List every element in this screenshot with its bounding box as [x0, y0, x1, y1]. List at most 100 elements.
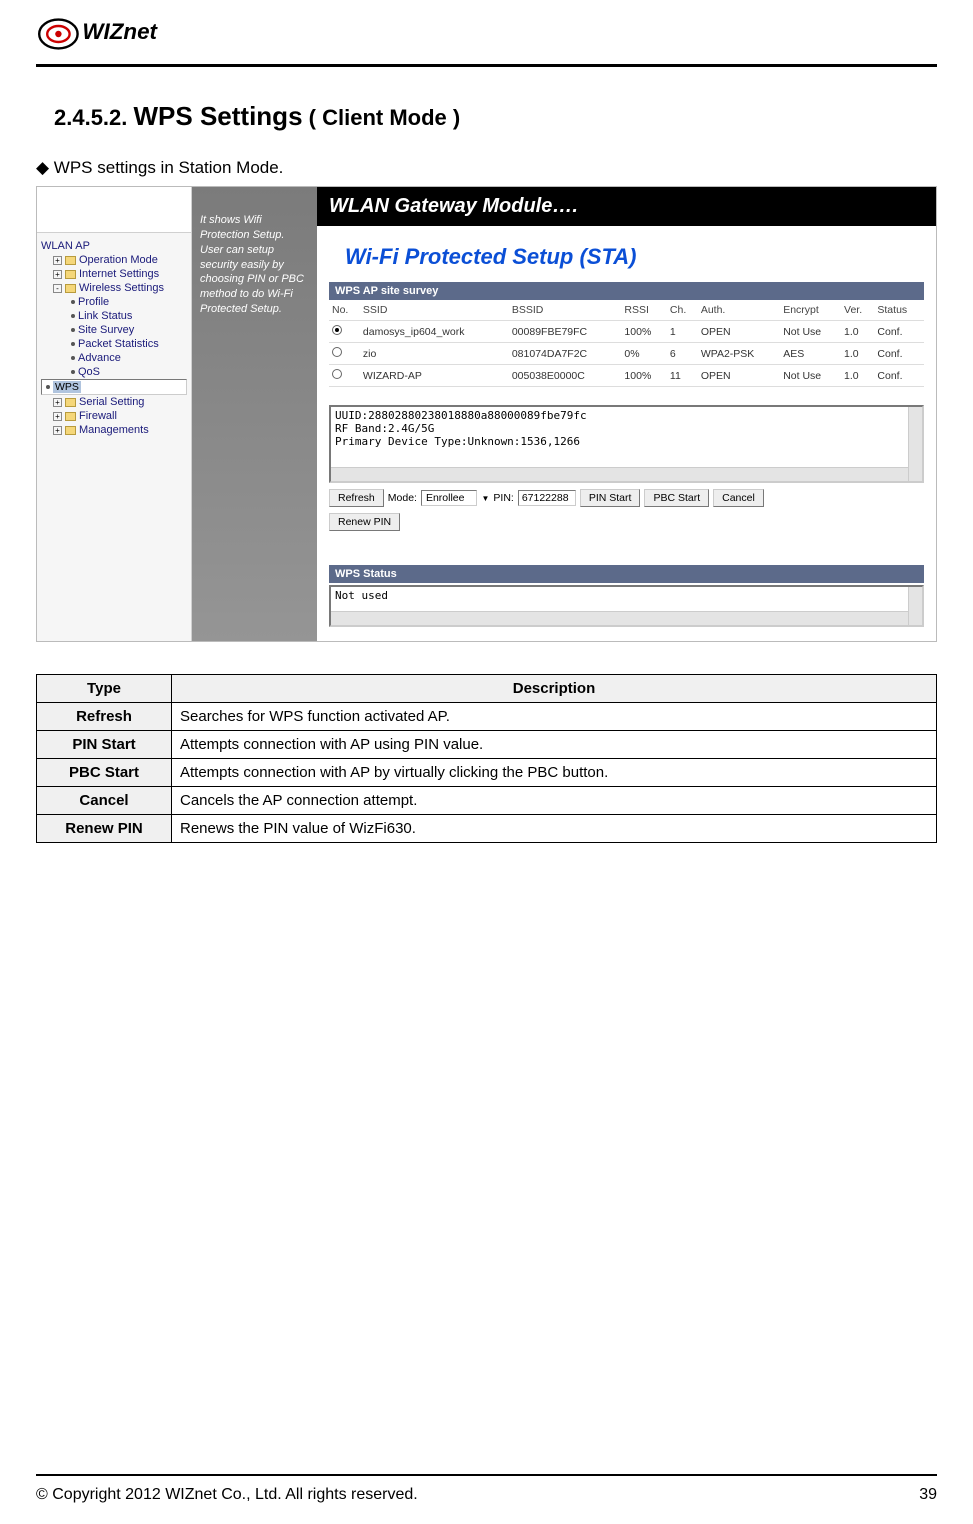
collapse-icon[interactable]: - [53, 284, 62, 293]
renew-pin-button[interactable]: Renew PIN [329, 513, 400, 531]
mode-select[interactable]: Enrollee [421, 490, 478, 506]
tree-item[interactable]: Link Status [78, 310, 132, 322]
cell-bssid: 00089FBE79FC [509, 321, 622, 343]
section-title-tail: ( Client Mode ) [309, 105, 461, 130]
col-no: No. [329, 300, 360, 321]
col-ssid: SSID [360, 300, 509, 321]
gateway-banner: WLAN Gateway Module…. [317, 187, 936, 226]
bullet-icon [71, 300, 75, 304]
cell-bssid: 081074DA7F2C [509, 343, 622, 365]
scrollbar-vert[interactable] [908, 587, 922, 625]
status-text: Not used [335, 589, 388, 602]
description-table: Type Description RefreshSearches for WPS… [36, 674, 937, 843]
tree-item[interactable]: Packet Statistics [78, 338, 159, 350]
tree-root: WLAN AP [41, 240, 90, 252]
tree-item[interactable]: Advance [78, 352, 121, 364]
desc-text: Searches for WPS function activated AP. [172, 703, 937, 731]
section-title: 2.4.5.2. WPS Settings ( Client Mode ) [36, 101, 937, 132]
details-textarea[interactable]: UUID:28802880238018880a88000089fbe79fc R… [329, 405, 924, 483]
expand-icon[interactable]: + [53, 270, 62, 279]
cell-enc: Not Use [780, 365, 841, 387]
radio-button[interactable] [332, 347, 342, 357]
tree-item[interactable]: Site Survey [78, 324, 134, 336]
section-number: 2.4.5.2. [54, 105, 127, 130]
cell-bssid: 005038E0000C [509, 365, 622, 387]
desc-text: Attempts connection with AP using PIN va… [172, 731, 937, 759]
desc-type: Cancel [37, 787, 172, 815]
scrollbar-horz[interactable] [331, 611, 908, 625]
scrollbar-vert[interactable] [908, 407, 922, 481]
bullet-icon [46, 385, 50, 389]
cell-ch: 1 [667, 321, 698, 343]
status-header: WPS Status [329, 565, 924, 583]
table-row: zio 081074DA7F2C 0% 6 WPA2-PSK AES 1.0 C… [329, 343, 924, 365]
cell-rssi: 100% [621, 365, 666, 387]
tree-item[interactable]: Operation Mode [79, 254, 158, 266]
survey-header: WPS AP site survey [329, 282, 924, 300]
logo: WIZnet [36, 10, 937, 58]
tree-item[interactable]: Firewall [79, 410, 117, 422]
copyright: © Copyright 2012 WIZnet Co., Ltd. All ri… [36, 1486, 418, 1504]
desc-text: Attempts connection with AP by virtually… [172, 759, 937, 787]
chevron-down-icon[interactable]: ▼ [481, 494, 489, 503]
tree-item[interactable]: QoS [78, 366, 100, 378]
pbc-start-button[interactable]: PBC Start [644, 489, 709, 507]
desc-type: Refresh [37, 703, 172, 731]
status-textarea[interactable]: Not used [329, 585, 924, 627]
cancel-button[interactable]: Cancel [713, 489, 764, 507]
tree-item[interactable]: Internet Settings [79, 268, 159, 280]
table-row: WIZARD-AP 005038E0000C 100% 11 OPEN Not … [329, 365, 924, 387]
col-ver: Ver. [841, 300, 874, 321]
bullet-icon [71, 370, 75, 374]
expand-icon[interactable]: + [53, 412, 62, 421]
nav-tree-panel: WLAN AP + Operation Mode + Internet Settin… [37, 187, 192, 641]
section-title-big: WPS Settings [134, 101, 303, 131]
cell-rssi: 100% [621, 321, 666, 343]
cell-ver: 1.0 [841, 365, 874, 387]
wiznet-logo-icon: WIZnet [36, 10, 196, 58]
desc-type: PBC Start [37, 759, 172, 787]
ta-line: RF Band:2.4G/5G [335, 422, 918, 435]
bullet-icon [71, 342, 75, 346]
survey-table: No. SSID BSSID RSSI Ch. Auth. Encrypt Ve… [329, 300, 924, 387]
footer-rule [36, 1474, 937, 1476]
page-footer: © Copyright 2012 WIZnet Co., Ltd. All ri… [36, 1474, 937, 1504]
desc-head-type: Type [37, 675, 172, 703]
desc-text: Renews the PIN value of WizFi630. [172, 815, 937, 843]
expand-icon[interactable]: + [53, 426, 62, 435]
cell-auth: OPEN [698, 365, 780, 387]
expand-icon[interactable]: + [53, 398, 62, 407]
folder-icon [65, 284, 76, 293]
radio-button[interactable] [332, 369, 342, 379]
tree-item[interactable]: Managements [79, 424, 149, 436]
table-row: damosys_ip604_work 00089FBE79FC 100% 1 O… [329, 321, 924, 343]
ta-line: Primary Device Type:Unknown:1536,1266 [335, 435, 918, 448]
tree-item[interactable]: Wireless Settings [79, 282, 164, 294]
expand-icon[interactable]: + [53, 256, 62, 265]
folder-icon [65, 426, 76, 435]
tree-item[interactable]: Profile [78, 296, 109, 308]
col-status: Status [874, 300, 924, 321]
mode-label: Mode: [388, 492, 417, 504]
ta-line: UUID:28802880238018880a88000089fbe79fc [335, 409, 918, 422]
pin-input[interactable]: 67122288 [518, 490, 576, 506]
cell-ssid: zio [360, 343, 509, 365]
tree-item-wps[interactable]: WPS [53, 381, 81, 393]
hint-panel: It shows Wifi Protection Setup. User can… [192, 187, 317, 641]
tree-item[interactable]: Serial Setting [79, 396, 144, 408]
cell-enc: Not Use [780, 321, 841, 343]
col-auth: Auth. [698, 300, 780, 321]
intro-bullet: ◆ WPS settings in Station Mode. [36, 158, 937, 178]
bullet-icon [71, 328, 75, 332]
cell-st: Conf. [874, 321, 924, 343]
folder-icon [65, 270, 76, 279]
desc-head-desc: Description [172, 675, 937, 703]
scrollbar-horz[interactable] [331, 467, 908, 481]
refresh-button[interactable]: Refresh [329, 489, 384, 507]
pin-label: PIN: [493, 492, 513, 504]
desc-type: PIN Start [37, 731, 172, 759]
radio-button[interactable] [332, 325, 342, 335]
cell-ver: 1.0 [841, 321, 874, 343]
pin-start-button[interactable]: PIN Start [580, 489, 641, 507]
desc-text: Cancels the AP connection attempt. [172, 787, 937, 815]
